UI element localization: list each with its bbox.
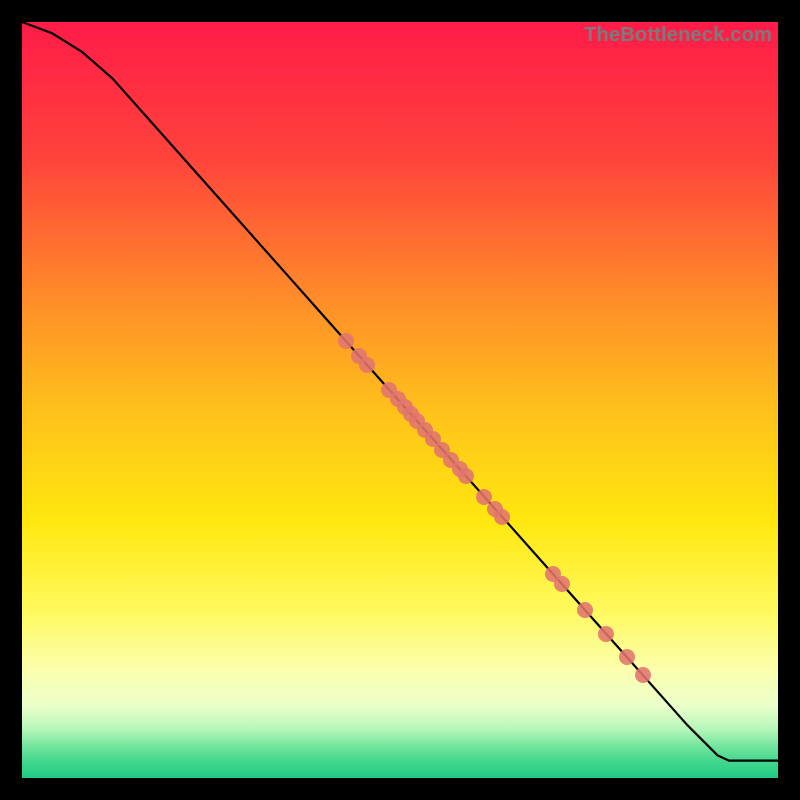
data-point [598,626,614,642]
data-point [494,509,510,525]
data-point [554,576,570,592]
data-point [359,357,375,373]
data-point [458,468,474,484]
watermark-text: TheBottleneck.com [584,24,772,47]
data-point [338,333,354,349]
data-point [635,667,651,683]
data-point [619,649,635,665]
chart-stage: TheBottleneck.com [0,0,800,800]
data-point [577,602,593,618]
plot-area: TheBottleneck.com [22,22,778,778]
